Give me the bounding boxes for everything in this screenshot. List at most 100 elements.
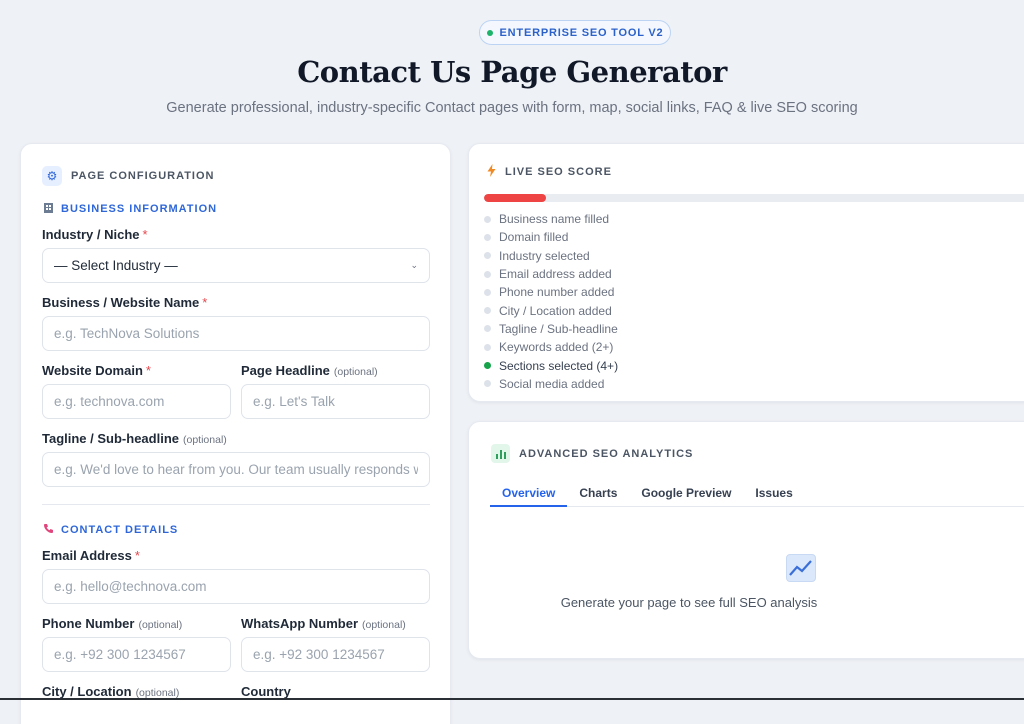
version-badge: ENTERPRISE SEO TOOL V2 <box>479 20 671 45</box>
seo-check-label: Domain filled <box>499 230 569 245</box>
seo-check-label: Industry selected <box>499 248 590 263</box>
contact-section-title: CONTACT DETAILS <box>61 524 179 536</box>
whatsapp-input[interactable] <box>241 637 430 672</box>
check-done-icon <box>484 362 491 370</box>
seo-check-label: Social media added <box>499 376 605 391</box>
seo-check-item: City / Location added <box>484 301 618 319</box>
industry-label-text: Industry / Niche <box>42 227 140 242</box>
required-marker: * <box>202 295 208 310</box>
city-label: City / Location (optional) <box>42 684 179 699</box>
business-section-header: BUSINESS INFORMATION <box>42 202 217 216</box>
check-pending-icon <box>484 233 491 241</box>
tab-charts[interactable]: Charts <box>567 481 629 507</box>
seo-score-title: LIVE SEO SCORE <box>505 166 612 178</box>
seo-check-item: Keywords added (2+) <box>484 338 618 356</box>
status-dot-icon <box>486 29 493 36</box>
seo-check-item: Phone number added <box>484 283 618 301</box>
headline-input[interactable] <box>241 384 430 419</box>
required-marker: * <box>145 363 151 378</box>
whatsapp-label-text: WhatsApp Number <box>241 616 358 631</box>
tagline-input[interactable] <box>42 452 430 487</box>
optional-marker: (optional) <box>333 366 378 378</box>
optional-marker: (optional) <box>362 619 406 631</box>
bar-chart-icon <box>491 444 510 463</box>
chevron-down-icon: ⌄ <box>410 260 418 270</box>
seo-score-header: LIVE SEO SCORE <box>487 164 612 180</box>
check-pending-icon <box>484 215 491 223</box>
phone-input[interactable] <box>42 637 231 672</box>
phone-icon <box>42 523 54 537</box>
live-seo-score-panel: LIVE SEO SCORE Business name filled Domai… <box>468 143 1024 402</box>
required-marker: * <box>134 548 140 563</box>
headline-label-text: Page Headline <box>241 363 330 378</box>
seo-check-label: Email address added <box>499 267 612 282</box>
building-icon <box>42 202 54 216</box>
business-name-label-text: Business / Website Name <box>42 295 200 310</box>
check-pending-icon <box>484 343 491 351</box>
email-input[interactable] <box>42 569 430 604</box>
seo-check-item: Social media added <box>484 375 618 393</box>
lightning-icon <box>487 164 496 180</box>
optional-marker: (optional) <box>138 619 183 631</box>
headline-label: Page Headline (optional) <box>241 363 378 378</box>
whatsapp-label: WhatsApp Number (optional) <box>241 616 406 631</box>
contact-section-header: CONTACT DETAILS <box>42 523 178 537</box>
seo-check-item: Domain filled <box>484 228 618 246</box>
trend-chart-icon <box>786 554 816 582</box>
tab-overview[interactable]: Overview <box>490 481 568 507</box>
check-pending-icon <box>484 288 491 296</box>
business-section-title: BUSINESS INFORMATION <box>61 203 218 215</box>
badge-label: ENTERPRISE SEO TOOL V2 <box>499 26 664 39</box>
seo-check-item: Tagline / Sub-headline <box>484 320 618 338</box>
seo-check-item: Sections selected (4+) <box>484 356 618 374</box>
check-pending-icon <box>484 325 491 333</box>
industry-select-value: — Select Industry — <box>54 258 178 273</box>
country-label-text: Country <box>241 684 291 699</box>
advanced-seo-analytics-panel: ADVANCED SEO ANALYTICS Overview Charts G… <box>468 421 1024 659</box>
domain-input[interactable] <box>42 384 231 419</box>
seo-check-label: City / Location added <box>499 303 612 318</box>
seo-check-label: Sections selected (4+) <box>499 358 619 373</box>
page-subtitle: Generate professional, industry-specific… <box>166 100 858 116</box>
seo-check-label: Keywords added (2+) <box>499 340 614 355</box>
page-configuration-panel: ⚙ PAGE CONFIGURATION BUSINESS INFORMATIO… <box>20 143 451 724</box>
tagline-label: Tagline / Sub-headline (optional) <box>42 431 227 446</box>
seo-checklist: Business name filled Domain filled Industr… <box>484 210 618 393</box>
check-pending-icon <box>484 270 491 278</box>
analytics-title: ADVANCED SEO ANALYTICS <box>519 447 694 460</box>
window-bottom-edge <box>0 698 1024 700</box>
analytics-tabs: Overview Charts Google Preview Issues <box>490 481 1024 507</box>
tagline-label-text: Tagline / Sub-headline <box>42 431 179 446</box>
configuration-title: PAGE CONFIGURATION <box>71 170 215 182</box>
industry-select[interactable]: — Select Industry — ⌄ <box>42 248 430 283</box>
seo-check-label: Business name filled <box>499 212 610 227</box>
seo-check-label: Tagline / Sub-headline <box>499 321 618 336</box>
seo-check-item: Industry selected <box>484 247 618 265</box>
city-label-text: City / Location <box>42 684 132 699</box>
gear-icon: ⚙ <box>42 166 62 186</box>
analytics-empty-message: Generate your page to see full SEO analy… <box>560 595 818 610</box>
country-label: Country <box>241 684 291 699</box>
business-name-label: Business / Website Name * <box>42 295 207 310</box>
tab-google-preview[interactable]: Google Preview <box>629 481 743 507</box>
seo-score-progress-bar <box>484 194 1024 202</box>
page-title: Contact Us Page Generator <box>297 55 727 89</box>
industry-label: Industry / Niche * <box>42 227 148 242</box>
seo-check-label: Phone number added <box>499 285 615 300</box>
check-pending-icon <box>484 252 491 260</box>
check-pending-icon <box>484 307 491 315</box>
phone-label: Phone Number (optional) <box>42 616 182 631</box>
seo-score-progress-fill <box>484 194 546 202</box>
tab-issues[interactable]: Issues <box>743 481 804 507</box>
section-divider <box>42 504 430 505</box>
optional-marker: (optional) <box>183 434 227 446</box>
seo-check-item: Email address added <box>484 265 618 283</box>
email-label-text: Email Address <box>42 548 132 563</box>
analytics-header: ADVANCED SEO ANALYTICS <box>491 444 693 463</box>
domain-label: Website Domain * <box>42 363 151 378</box>
seo-check-item: Business name filled <box>484 210 618 228</box>
email-label: Email Address * <box>42 548 140 563</box>
business-name-input[interactable] <box>42 316 430 351</box>
configuration-header: ⚙ PAGE CONFIGURATION <box>42 166 214 186</box>
phone-label-text: Phone Number <box>42 616 135 631</box>
